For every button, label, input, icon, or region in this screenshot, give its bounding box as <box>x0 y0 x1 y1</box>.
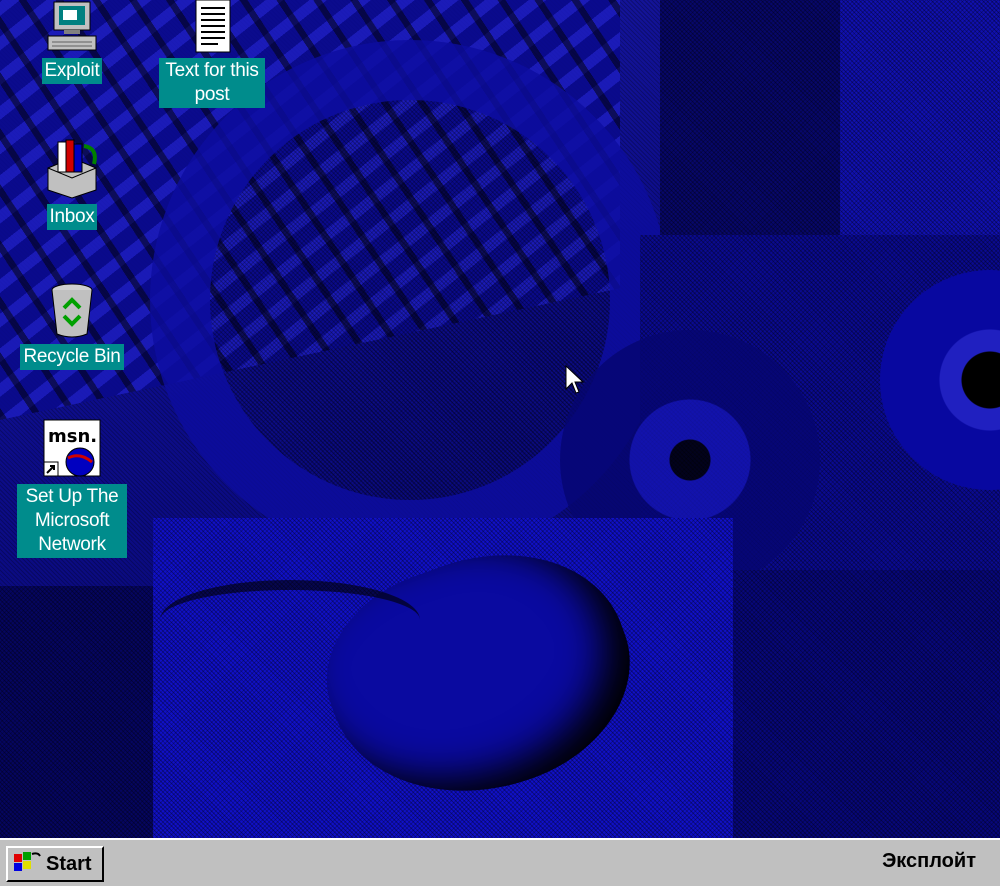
start-button[interactable]: Start <box>6 846 104 882</box>
msn-icon: msn. <box>40 418 104 482</box>
tray-text: Эксплойт <box>882 850 976 872</box>
windows-logo-icon <box>12 848 42 881</box>
icon-label-set-up-msn: Set Up The Microsoft Network <box>17 484 127 558</box>
desktop-icon-recycle-bin[interactable]: Recycle Bin <box>14 278 130 370</box>
icon-label-inbox: Inbox <box>46 204 98 230</box>
desktop-icon-exploit[interactable]: Exploit <box>14 0 130 84</box>
computer-icon <box>40 0 104 56</box>
desktop[interactable]: Exploit Text for this post Inbox Recycle… <box>0 0 1000 838</box>
inbox-icon <box>40 138 104 202</box>
desktop-icon-inbox[interactable]: Inbox <box>14 138 130 230</box>
recycle-bin-icon <box>40 278 104 342</box>
icon-label-recycle-bin: Recycle Bin <box>20 344 124 370</box>
desktop-icon-text-for-this-post[interactable]: Text for this post <box>154 0 270 108</box>
desktop-icon-set-up-msn[interactable]: msn. Set Up The Microsoft Network <box>14 418 130 558</box>
wallpaper-bottom-right-panel <box>733 570 1000 838</box>
taskbar: Start Эксплойт <box>0 838 1000 886</box>
start-label: Start <box>46 852 92 875</box>
icon-label-exploit: Exploit <box>41 58 103 84</box>
notepad-document-icon <box>180 0 244 56</box>
wallpaper-bottom-left-panel <box>0 586 153 838</box>
wallpaper-top-right-panel <box>660 0 840 235</box>
icon-label-text-for-this-post: Text for this post <box>159 58 265 108</box>
svg-text:msn.: msn. <box>48 426 97 447</box>
mouse-pointer-icon <box>565 364 585 397</box>
wallpaper-mouse-cable <box>160 580 420 660</box>
